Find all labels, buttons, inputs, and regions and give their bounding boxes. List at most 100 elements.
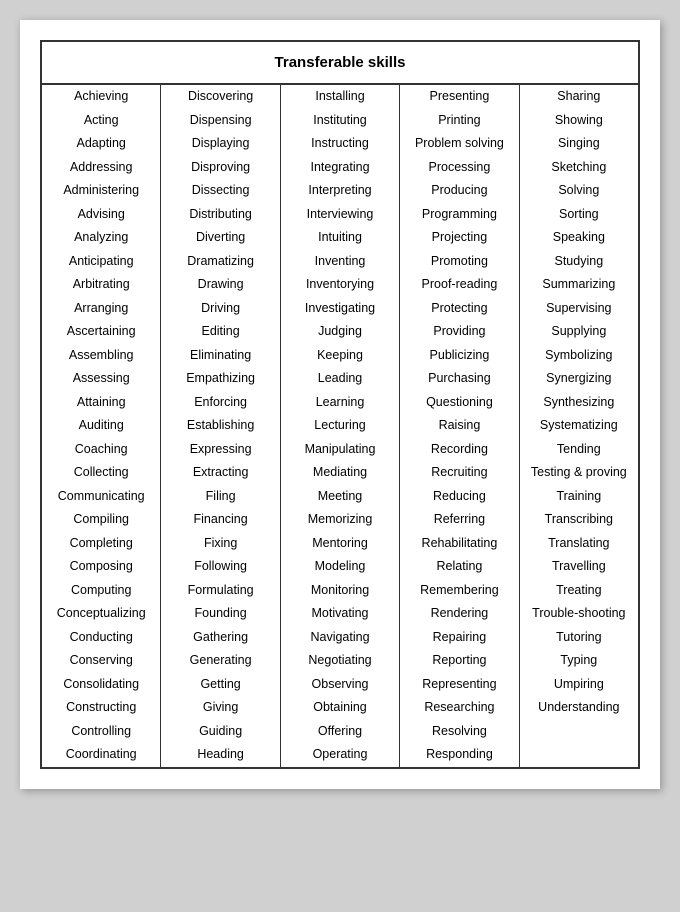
list-item: Singing [520,132,638,156]
list-item: Reducing [400,485,518,509]
list-item: Tutoring [520,626,638,650]
list-item: Integrating [281,156,399,180]
list-item: Researching [400,696,518,720]
list-item: Processing [400,156,518,180]
list-item: Establishing [161,414,279,438]
list-item: Diverting [161,226,279,250]
list-item: Assessing [42,367,160,391]
list-item: Memorizing [281,508,399,532]
list-item: Dispensing [161,109,279,133]
list-item: Sorting [520,203,638,227]
list-item: Showing [520,109,638,133]
list-item: Administering [42,179,160,203]
list-item: Keeping [281,344,399,368]
list-item: Purchasing [400,367,518,391]
list-item: Driving [161,297,279,321]
list-item: Raising [400,414,518,438]
column-1: AchievingActingAdaptingAddressingAdminis… [42,85,161,767]
list-item: Protecting [400,297,518,321]
list-item: Coaching [42,438,160,462]
list-item: Transcribing [520,508,638,532]
list-item: Completing [42,532,160,556]
list-item: Lecturing [281,414,399,438]
list-item: Translating [520,532,638,556]
list-item: Instituting [281,109,399,133]
list-item: Controlling [42,720,160,744]
list-item: Acting [42,109,160,133]
list-item: Meeting [281,485,399,509]
list-item: Obtaining [281,696,399,720]
list-item: Modeling [281,555,399,579]
list-item: Advising [42,203,160,227]
list-item: Displaying [161,132,279,156]
list-item: Relating [400,555,518,579]
list-item: Speaking [520,226,638,250]
list-item: Operating [281,743,399,767]
list-item: Solving [520,179,638,203]
column-4: PresentingPrintingProblem solvingProcess… [400,85,519,767]
list-item: Auditing [42,414,160,438]
list-item: Conceptualizing [42,602,160,626]
list-item: Heading [161,743,279,767]
list-item: Expressing [161,438,279,462]
list-item: Formulating [161,579,279,603]
list-item: Manipulating [281,438,399,462]
list-item: Systematizing [520,414,638,438]
list-item: Attaining [42,391,160,415]
list-item: Observing [281,673,399,697]
list-item: Projecting [400,226,518,250]
list-item: Conserving [42,649,160,673]
list-item: Monitoring [281,579,399,603]
list-item: Leading [281,367,399,391]
list-item: Coordinating [42,743,160,767]
list-item: Motivating [281,602,399,626]
list-item: Publicizing [400,344,518,368]
list-item: Judging [281,320,399,344]
column-3: InstallingInstitutingInstructingIntegrat… [281,85,400,767]
list-item: Presenting [400,85,518,109]
list-item: Responding [400,743,518,767]
list-item: Discovering [161,85,279,109]
list-item: Disproving [161,156,279,180]
table-title: Transferable skills [42,42,638,85]
list-item: Problem solving [400,132,518,156]
list-item: Providing [400,320,518,344]
list-item: Sketching [520,156,638,180]
list-item: Generating [161,649,279,673]
list-item: Dramatizing [161,250,279,274]
list-item: Instructing [281,132,399,156]
list-item: Rehabilitating [400,532,518,556]
list-item: Rendering [400,602,518,626]
list-item: Representing [400,673,518,697]
list-item: Analyzing [42,226,160,250]
list-item: Communicating [42,485,160,509]
list-item: Symbolizing [520,344,638,368]
list-item: Guiding [161,720,279,744]
list-item: Interpreting [281,179,399,203]
list-item: Printing [400,109,518,133]
list-item: Following [161,555,279,579]
list-item: Negotiating [281,649,399,673]
list-item: Trouble-shooting [520,602,638,626]
list-item: Computing [42,579,160,603]
list-item: Investigating [281,297,399,321]
list-item: Offering [281,720,399,744]
list-item: Getting [161,673,279,697]
list-item: Fixing [161,532,279,556]
list-item: Questioning [400,391,518,415]
list-item: Arbitrating [42,273,160,297]
list-item: Anticipating [42,250,160,274]
list-item: Assembling [42,344,160,368]
skills-table: Transferable skills AchievingActingAdapt… [40,40,640,769]
list-item: Intuiting [281,226,399,250]
list-item: Enforcing [161,391,279,415]
column-2: DiscoveringDispensingDisplayingDisprovin… [161,85,280,767]
list-item: Summarizing [520,273,638,297]
column-5: SharingShowingSingingSketchingSolvingSor… [520,85,638,767]
list-item: Composing [42,555,160,579]
list-item: Referring [400,508,518,532]
list-item: Inventing [281,250,399,274]
list-item: Resolving [400,720,518,744]
list-item: Eliminating [161,344,279,368]
list-item: Installing [281,85,399,109]
